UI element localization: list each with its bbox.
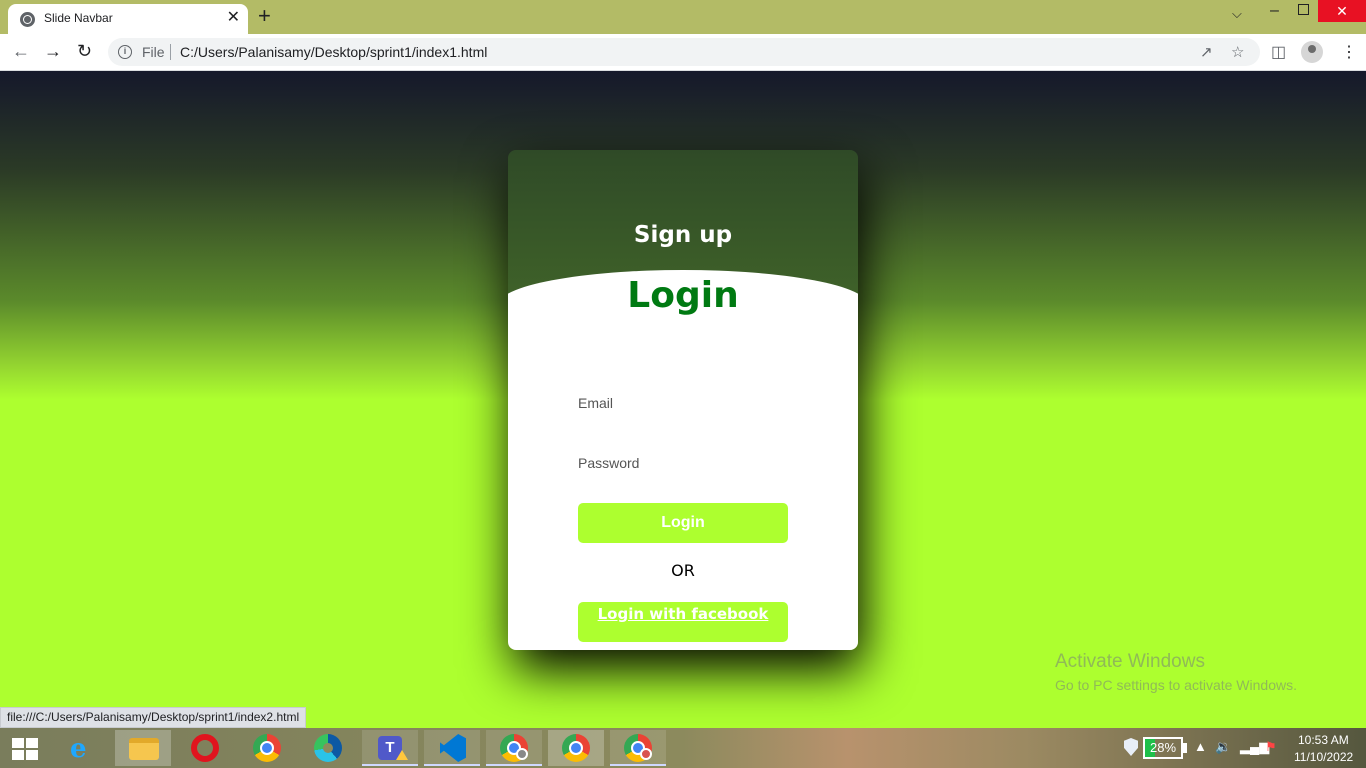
side-panel-icon[interactable]: ◫ <box>1271 42 1286 62</box>
info-icon[interactable]: i <box>118 45 132 59</box>
opera-icon[interactable] <box>177 730 233 766</box>
close-tab-icon[interactable]: ✕ <box>227 9 240 27</box>
address-scheme: File <box>142 44 165 60</box>
login-card: Sign up Login Login OR Login with facebo… <box>508 150 858 650</box>
vscode-icon[interactable] <box>424 730 480 766</box>
edge-icon[interactable] <box>300 730 356 766</box>
window-close-button[interactable]: ✕ <box>1318 0 1366 22</box>
browser-toolbar: ← → ↻ i File C:/Users/Palanisamy/Desktop… <box>0 34 1366 71</box>
share-icon[interactable]: ↗ <box>1200 43 1213 61</box>
restore-button[interactable] <box>1298 4 1309 15</box>
globe-icon <box>20 12 35 27</box>
chrome-icon[interactable] <box>548 730 604 766</box>
bookmark-star-icon[interactable]: ☆ <box>1231 43 1244 61</box>
link-status-bubble: file:///C:/Users/Palanisamy/Desktop/spri… <box>0 707 307 728</box>
profile-avatar-icon[interactable] <box>1301 41 1323 63</box>
activate-windows-title: Activate Windows <box>1055 651 1205 672</box>
forward-arrow-icon[interactable]: → <box>44 41 62 61</box>
login-with-facebook-button[interactable]: Login with facebook <box>578 602 788 642</box>
battery-indicator[interactable]: 28% <box>1143 737 1183 759</box>
tray-chevron-up-icon[interactable]: ▲ <box>1194 739 1207 754</box>
internet-explorer-icon[interactable]: e <box>54 730 110 766</box>
clock-time[interactable]: 10:53 AM <box>1298 733 1349 747</box>
activate-windows-subtitle: Go to PC settings to activate Windows. <box>1055 677 1297 693</box>
battery-percent: 28% <box>1149 740 1177 755</box>
address-bar[interactable]: i File C:/Users/Palanisamy/Desktop/sprin… <box>108 38 1260 66</box>
browser-tab-strip: Slide Navbar ✕ + ⌵ – ✕ <box>0 0 1366 34</box>
notification-flag-icon[interactable]: ⚑ <box>1265 739 1277 755</box>
chrome-icon[interactable] <box>239 730 295 766</box>
address-divider <box>170 44 171 60</box>
clock-date[interactable]: 11/10/2022 <box>1294 750 1353 764</box>
password-field[interactable] <box>578 448 788 478</box>
login-title[interactable]: Login <box>508 275 858 316</box>
tab-title: Slide Navbar <box>44 11 113 25</box>
chrome-profile-icon[interactable] <box>486 730 542 766</box>
windows-taskbar: e T 28% ▲ 🔉 ▂▄▆ ⚑ 10:53 AM 11/10/2022 <box>0 728 1366 768</box>
chrome-profile-icon[interactable] <box>610 730 666 766</box>
new-tab-button[interactable]: + <box>258 4 271 28</box>
browser-tab[interactable]: Slide Navbar ✕ <box>8 4 248 34</box>
security-shield-icon[interactable] <box>1124 738 1138 756</box>
file-explorer-icon[interactable] <box>115 730 171 766</box>
page-background: Sign up Login Login OR Login with facebo… <box>0 71 1366 728</box>
address-url[interactable]: C:/Users/Palanisamy/Desktop/sprint1/inde… <box>180 44 487 60</box>
battery-tip <box>1183 743 1187 753</box>
menu-kebab-icon[interactable]: ⋮ <box>1341 42 1357 62</box>
teams-icon[interactable]: T <box>362 730 418 766</box>
email-field[interactable] <box>578 388 788 418</box>
volume-icon[interactable]: 🔉 <box>1215 739 1231 755</box>
or-separator: OR <box>671 561 695 580</box>
tab-search-chevron-icon[interactable]: ⌵ <box>1232 6 1242 22</box>
back-arrow-icon[interactable]: ← <box>12 41 30 61</box>
login-button[interactable]: Login <box>578 503 788 543</box>
reload-icon[interactable]: ↻ <box>77 41 92 61</box>
start-icon[interactable] <box>12 738 38 760</box>
minimize-button[interactable]: – <box>1270 2 1279 20</box>
signup-toggle[interactable]: Sign up <box>508 222 858 248</box>
